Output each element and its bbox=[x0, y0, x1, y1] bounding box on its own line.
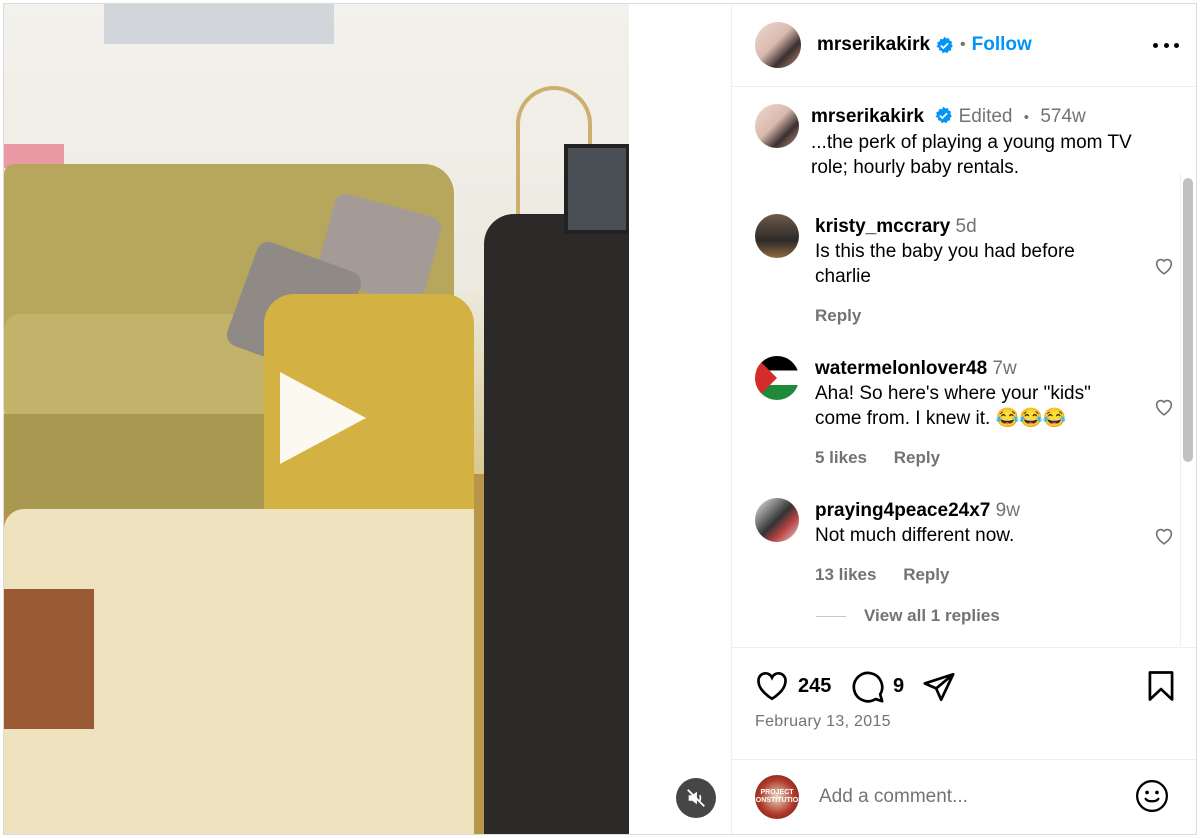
reply-button[interactable]: Reply bbox=[894, 448, 940, 467]
like-heart-icon[interactable] bbox=[755, 670, 789, 702]
replies-divider-line bbox=[816, 615, 846, 617]
caption-age[interactable]: 574w bbox=[1040, 106, 1085, 127]
verified-badge-icon bbox=[936, 36, 953, 53]
comment-likes-count[interactable]: 5 likes bbox=[815, 448, 867, 467]
scrollbar-thumb[interactable] bbox=[1183, 178, 1193, 462]
caption-separator: • bbox=[1023, 109, 1030, 126]
add-comment-bar: PROJECT CONSTITUTION bbox=[732, 759, 1196, 834]
commenter-avatar[interactable] bbox=[755, 356, 799, 400]
current-user-avatar[interactable]: PROJECT CONSTITUTION bbox=[751, 775, 803, 819]
comment-likes-count[interactable]: 13 likes bbox=[815, 565, 876, 584]
caption-author-avatar[interactable] bbox=[755, 104, 799, 148]
post-date[interactable]: February 13, 2015 bbox=[755, 713, 891, 731]
comment-age[interactable]: 7w bbox=[992, 358, 1016, 379]
comment-count[interactable]: 9 bbox=[893, 675, 904, 698]
reply-button[interactable]: Reply bbox=[903, 565, 949, 584]
comment-age[interactable]: 9w bbox=[996, 500, 1020, 521]
commenter-avatar[interactable] bbox=[755, 214, 799, 258]
video-scene-picture-frame bbox=[104, 4, 334, 44]
bookmark-icon[interactable] bbox=[1146, 670, 1176, 702]
comment-input[interactable] bbox=[819, 786, 1139, 808]
comment-username[interactable]: praying4peace24x7 bbox=[815, 500, 990, 521]
caption-row: mrserikakirk Edited • 574w ...the perk o… bbox=[755, 104, 1175, 180]
emoji-icon[interactable] bbox=[1135, 779, 1169, 813]
video-scene-camera-rig bbox=[484, 214, 629, 834]
like-count[interactable]: 245 bbox=[798, 675, 831, 698]
comment-item: praying4peace24x7 9w Not much different … bbox=[755, 498, 1175, 587]
post-header: mrserikakirk • Follow bbox=[732, 4, 1196, 87]
comment-age[interactable]: 5d bbox=[956, 216, 977, 237]
comment-text: Not much different now. bbox=[815, 525, 1015, 546]
verified-badge-icon bbox=[935, 106, 953, 124]
post-side-panel: mrserikakirk • Follow mrserikakirk Edite… bbox=[731, 4, 1196, 834]
reply-button[interactable]: Reply bbox=[815, 306, 861, 325]
share-icon[interactable] bbox=[922, 670, 956, 704]
comment-item: watermelonlover48 7w Aha! So here's wher… bbox=[755, 356, 1175, 470]
post-video[interactable] bbox=[4, 4, 731, 834]
comment-like-heart-icon[interactable] bbox=[1153, 396, 1175, 418]
post-actions-bar: 245 9 February 13, 2015 bbox=[732, 647, 1196, 759]
commenter-avatar[interactable] bbox=[755, 498, 799, 542]
follow-button[interactable]: Follow bbox=[972, 34, 1032, 56]
caption-edited-label: Edited bbox=[958, 106, 1013, 127]
header-separator: • bbox=[960, 36, 966, 53]
avatar-logo-text: PROJECT CONSTITUTION bbox=[750, 789, 804, 804]
comment-item: kristy_mccrary 5d Is this the baby you h… bbox=[755, 214, 1175, 328]
comment-like-heart-icon[interactable] bbox=[1153, 525, 1175, 547]
comment-text: Is this the baby you had before charlie bbox=[815, 241, 1075, 287]
comment-text: Aha! So here's where your "kids" come fr… bbox=[815, 383, 1091, 429]
video-scene-table bbox=[4, 589, 94, 729]
speaker-muted-icon bbox=[687, 789, 705, 807]
author-avatar[interactable] bbox=[755, 22, 801, 68]
comment-like-heart-icon[interactable] bbox=[1153, 255, 1175, 277]
comment-username[interactable]: kristy_mccrary bbox=[815, 216, 950, 237]
caption-text: ...the perk of playing a young mom TV ro… bbox=[811, 132, 1132, 178]
view-replies-button[interactable]: View all 1 replies bbox=[816, 606, 1000, 626]
comments-list[interactable]: mrserikakirk Edited • 574w ...the perk o… bbox=[732, 88, 1196, 646]
view-replies-label: View all 1 replies bbox=[864, 606, 1000, 625]
caption-author-username[interactable]: mrserikakirk bbox=[811, 106, 924, 127]
play-icon[interactable] bbox=[280, 372, 366, 464]
more-options-icon[interactable] bbox=[1153, 32, 1179, 58]
video-letterbox bbox=[629, 4, 731, 834]
post-modal: mrserikakirk • Follow mrserikakirk Edite… bbox=[3, 3, 1197, 835]
comment-username[interactable]: watermelonlover48 bbox=[815, 358, 987, 379]
video-scene-monitor bbox=[564, 144, 630, 234]
comment-icon[interactable] bbox=[851, 670, 885, 704]
muted-icon[interactable] bbox=[676, 778, 716, 818]
author-username[interactable]: mrserikakirk bbox=[817, 34, 930, 56]
